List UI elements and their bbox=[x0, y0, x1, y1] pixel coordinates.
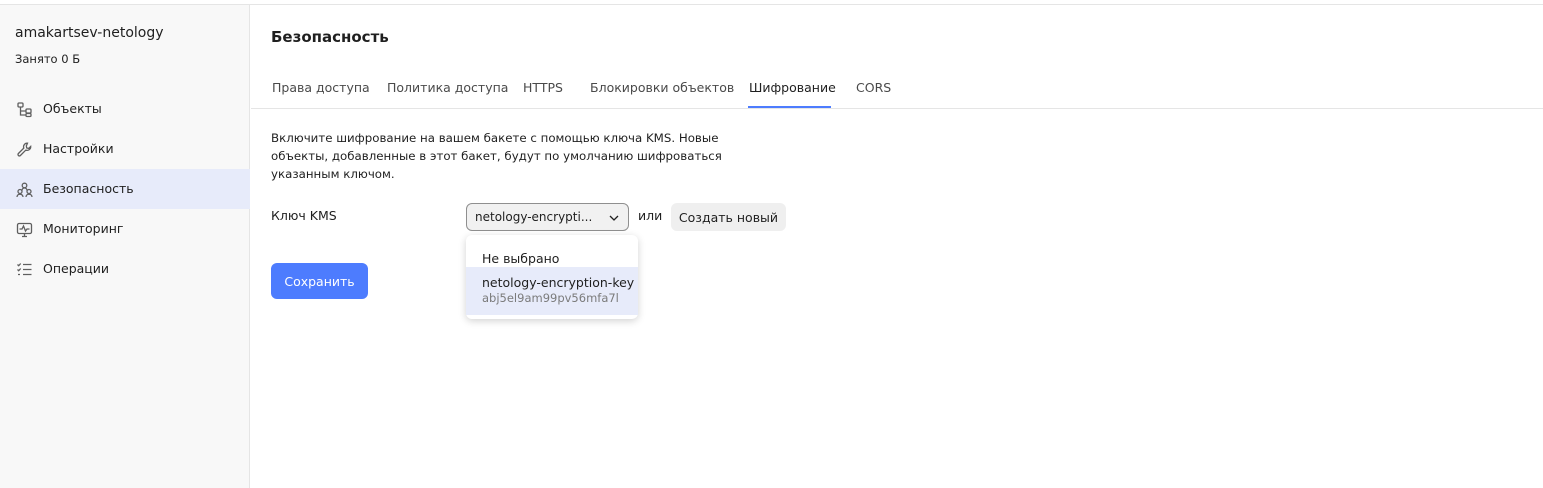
bucket-usage: Занято 0 Б bbox=[15, 52, 81, 66]
encryption-description: Включите шифрование на вашем бакете с по… bbox=[271, 131, 722, 181]
sidebar-item-security[interactable]: Безопасность bbox=[0, 169, 250, 209]
sidebar-item-label: Безопасность bbox=[43, 181, 134, 196]
active-tab-indicator bbox=[748, 106, 831, 108]
tab-access-policy[interactable]: Политика доступа bbox=[387, 80, 508, 95]
main-content: Безопасность Права доступа Политика дост… bbox=[251, 5, 1543, 488]
bucket-name: amakartsev-netology bbox=[15, 25, 164, 41]
sidebar-item-objects[interactable]: Объекты bbox=[0, 89, 250, 129]
sidebar-item-label: Операции bbox=[43, 261, 110, 276]
sidebar: amakartsev-netology Занято 0 Б Объекты Н… bbox=[0, 5, 250, 488]
tab-https[interactable]: HTTPS bbox=[523, 80, 563, 95]
sidebar-item-operations[interactable]: Операции bbox=[0, 249, 250, 289]
tab-object-locks[interactable]: Блокировки объектов bbox=[590, 80, 734, 95]
tab-cors[interactable]: CORS bbox=[856, 80, 891, 95]
kms-key-select[interactable]: netology-encrypti... bbox=[466, 203, 629, 231]
option-key-id: abj5el9am99pv56mfa7l bbox=[482, 291, 619, 305]
chevron-down-icon bbox=[608, 212, 620, 224]
users-icon bbox=[16, 181, 33, 198]
wrench-icon bbox=[16, 141, 33, 158]
create-new-key-button[interactable]: Создать новый bbox=[671, 203, 786, 231]
save-button[interactable]: Сохранить bbox=[271, 263, 368, 299]
sidebar-item-monitoring[interactable]: Мониторинг bbox=[0, 209, 250, 249]
page-title: Безопасность bbox=[271, 28, 389, 46]
kms-key-dropdown: Не выбрано netology-encryption-key abj5e… bbox=[466, 235, 638, 319]
operations-list-icon bbox=[16, 261, 33, 278]
sidebar-item-label: Мониторинг bbox=[43, 221, 124, 236]
kms-key-label: Ключ KMS bbox=[271, 208, 337, 223]
or-text: или bbox=[638, 208, 663, 223]
tab-bar: Права доступа Политика доступа HTTPS Бло… bbox=[251, 67, 1543, 109]
option-key-name: netology-encryption-key bbox=[482, 275, 635, 290]
sidebar-item-label: Настройки bbox=[43, 141, 114, 156]
kms-key-select-value: netology-encrypti... bbox=[475, 210, 593, 224]
monitoring-icon bbox=[16, 221, 33, 238]
option-label: Не выбрано bbox=[482, 251, 560, 266]
dropdown-option-key[interactable]: netology-encryption-key abj5el9am99pv56m… bbox=[466, 267, 638, 315]
sidebar-item-settings[interactable]: Настройки bbox=[0, 129, 250, 169]
tab-access-rights[interactable]: Права доступа bbox=[272, 80, 370, 95]
sidebar-item-label: Объекты bbox=[43, 101, 102, 116]
objects-icon bbox=[16, 101, 33, 118]
tab-encryption[interactable]: Шифрование bbox=[749, 80, 836, 95]
